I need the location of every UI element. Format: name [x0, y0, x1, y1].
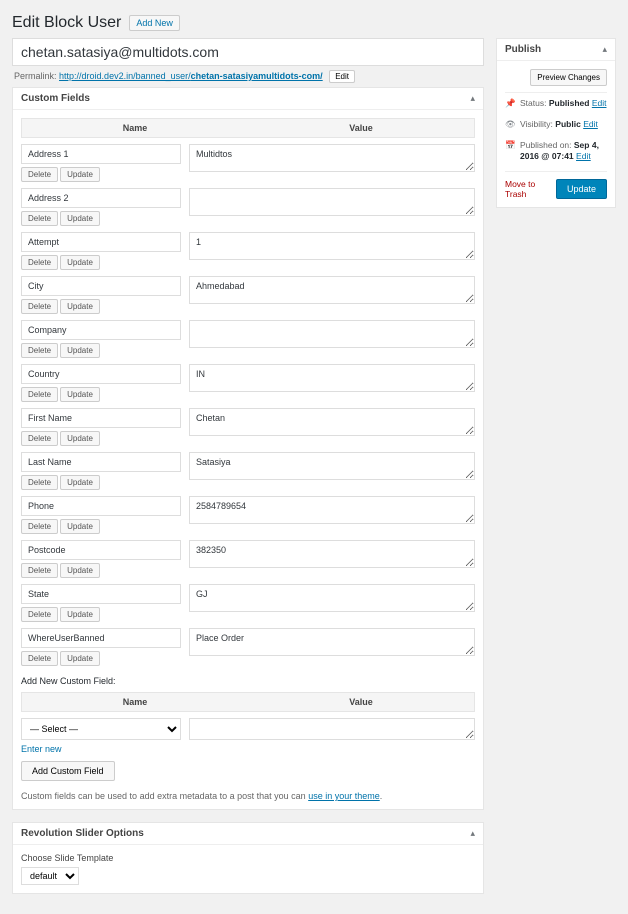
permalink-row: Permalink: http://droid.dev2.in/banned_u… [12, 66, 484, 87]
cf-value-textarea[interactable] [189, 584, 475, 612]
custom-fields-title: Custom Fields [21, 93, 90, 104]
add-new-button[interactable]: Add New [129, 15, 180, 31]
col-header-value: Value [248, 119, 474, 137]
permalink-label: Permalink: [14, 71, 57, 81]
cf-row: DeleteUpdate [21, 408, 475, 446]
cf-update-button[interactable]: Update [60, 255, 100, 270]
permalink-link[interactable]: http://droid.dev2.in/banned_user/chetan-… [59, 71, 323, 81]
update-button[interactable]: Update [556, 179, 607, 199]
panel-toggle-icon[interactable]: ▴ [470, 828, 475, 839]
rev-slider-label: Choose Slide Template [21, 853, 475, 863]
cf-row: DeleteUpdate [21, 188, 475, 226]
cf-value-textarea[interactable] [189, 144, 475, 172]
cf-name-input[interactable] [21, 584, 181, 604]
cf-value-textarea[interactable] [189, 628, 475, 656]
cf-value-textarea[interactable] [189, 320, 475, 348]
cf-value-textarea[interactable] [189, 452, 475, 480]
cf-delete-button[interactable]: Delete [21, 167, 58, 182]
cf-value-textarea[interactable] [189, 408, 475, 436]
cf-name-input[interactable] [21, 188, 181, 208]
cf-delete-button[interactable]: Delete [21, 519, 58, 534]
cf-delete-button[interactable]: Delete [21, 607, 58, 622]
cf-update-button[interactable]: Update [60, 387, 100, 402]
cf-name-input[interactable] [21, 144, 181, 164]
cf-help-text: Custom fields can be used to add extra m… [21, 791, 475, 801]
col-header-value-2: Value [248, 693, 474, 711]
cf-value-textarea[interactable] [189, 496, 475, 524]
cf-update-button[interactable]: Update [60, 431, 100, 446]
preview-changes-button[interactable]: Preview Changes [530, 69, 607, 86]
cf-name-input[interactable] [21, 628, 181, 648]
calendar-icon: 📅 [505, 140, 515, 151]
cf-value-textarea[interactable] [189, 232, 475, 260]
cf-update-button[interactable]: Update [60, 651, 100, 666]
cf-row: DeleteUpdate [21, 320, 475, 358]
cf-update-button[interactable]: Update [60, 167, 100, 182]
eye-icon: 👁 [505, 119, 515, 130]
cf-row: DeleteUpdate [21, 628, 475, 666]
cf-value-textarea[interactable] [189, 188, 475, 216]
cf-update-button[interactable]: Update [60, 299, 100, 314]
publish-title: Publish [505, 44, 541, 55]
edit-visibility-link[interactable]: Edit [583, 119, 598, 129]
cf-update-button[interactable]: Update [60, 563, 100, 578]
cf-delete-button[interactable]: Delete [21, 255, 58, 270]
cf-name-input[interactable] [21, 364, 181, 384]
edit-status-link[interactable]: Edit [592, 98, 607, 108]
cf-name-select[interactable]: — Select — [21, 718, 181, 740]
add-new-cf-label: Add New Custom Field: [21, 676, 475, 686]
cf-row: DeleteUpdate [21, 540, 475, 578]
cf-update-button[interactable]: Update [60, 607, 100, 622]
post-title-input[interactable] [12, 38, 484, 66]
cf-row: DeleteUpdate [21, 144, 475, 182]
cf-delete-button[interactable]: Delete [21, 431, 58, 446]
cf-name-input[interactable] [21, 232, 181, 252]
cf-value-textarea[interactable] [189, 540, 475, 568]
publish-panel: Publish ▴ Preview Changes 📌 Status: Publ… [496, 38, 616, 208]
cf-delete-button[interactable]: Delete [21, 563, 58, 578]
pin-icon: 📌 [505, 98, 515, 109]
cf-row: DeleteUpdate [21, 496, 475, 534]
cf-name-input[interactable] [21, 496, 181, 516]
cf-name-input[interactable] [21, 320, 181, 340]
cf-name-input[interactable] [21, 452, 181, 472]
cf-row: DeleteUpdate [21, 276, 475, 314]
enter-new-link[interactable]: Enter new [21, 744, 62, 754]
cf-row: DeleteUpdate [21, 364, 475, 402]
cf-row: DeleteUpdate [21, 452, 475, 490]
panel-toggle-icon[interactable]: ▴ [602, 44, 607, 55]
panel-toggle-icon[interactable]: ▴ [470, 93, 475, 104]
cf-new-value-textarea[interactable] [189, 718, 475, 740]
cf-delete-button[interactable]: Delete [21, 299, 58, 314]
rev-slider-select[interactable]: default [21, 867, 79, 885]
cf-value-textarea[interactable] [189, 276, 475, 304]
cf-value-textarea[interactable] [189, 364, 475, 392]
rev-slider-panel: Revolution Slider Options ▴ Choose Slide… [12, 822, 484, 894]
page-title: Edit Block User [12, 14, 121, 32]
edit-slug-button[interactable]: Edit [329, 70, 355, 83]
cf-update-button[interactable]: Update [60, 519, 100, 534]
cf-delete-button[interactable]: Delete [21, 211, 58, 226]
cf-name-input[interactable] [21, 408, 181, 428]
cf-delete-button[interactable]: Delete [21, 651, 58, 666]
cf-delete-button[interactable]: Delete [21, 343, 58, 358]
cf-row: DeleteUpdate [21, 232, 475, 270]
cf-help-link[interactable]: use in your theme [308, 791, 380, 801]
cf-update-button[interactable]: Update [60, 343, 100, 358]
col-header-name: Name [22, 119, 248, 137]
move-to-trash-link[interactable]: Move to Trash [505, 179, 556, 199]
cf-delete-button[interactable]: Delete [21, 475, 58, 490]
cf-update-button[interactable]: Update [60, 211, 100, 226]
cf-row: DeleteUpdate [21, 584, 475, 622]
rev-slider-title: Revolution Slider Options [21, 828, 144, 839]
edit-date-link[interactable]: Edit [576, 151, 591, 161]
custom-fields-panel: Custom Fields ▴ Name Value DeleteUpdateD… [12, 87, 484, 810]
col-header-name-2: Name [22, 693, 248, 711]
add-custom-field-button[interactable]: Add Custom Field [21, 761, 115, 781]
cf-name-input[interactable] [21, 540, 181, 560]
cf-name-input[interactable] [21, 276, 181, 296]
cf-delete-button[interactable]: Delete [21, 387, 58, 402]
cf-update-button[interactable]: Update [60, 475, 100, 490]
